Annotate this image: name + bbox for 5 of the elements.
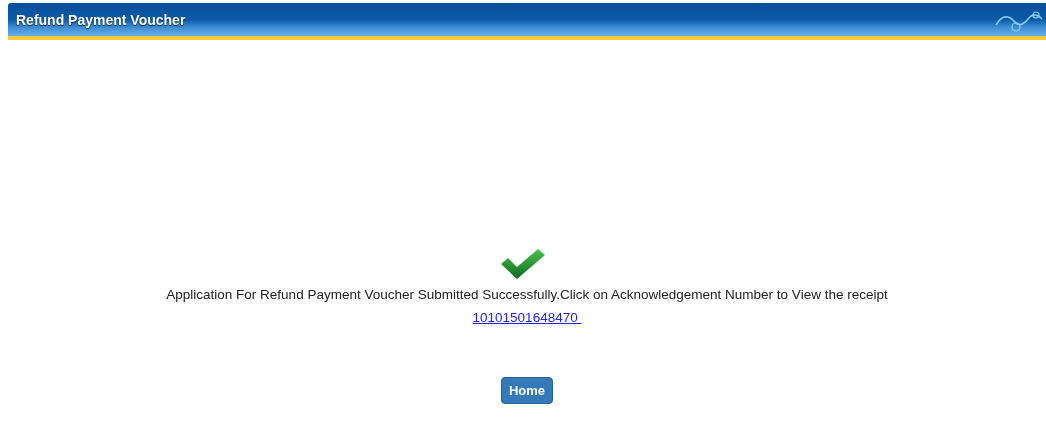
- window-title: Refund Payment Voucher: [15, 11, 186, 28]
- success-message: Application For Refund Payment Voucher Submitted Successfully.Click on Acknowledgement Number to View the receipt: [166, 287, 888, 302]
- checkmark-icon: [500, 248, 546, 280]
- acknowledgement-number-link[interactable]: 10101501648470: [472, 310, 582, 325]
- home-button[interactable]: Home: [500, 377, 554, 404]
